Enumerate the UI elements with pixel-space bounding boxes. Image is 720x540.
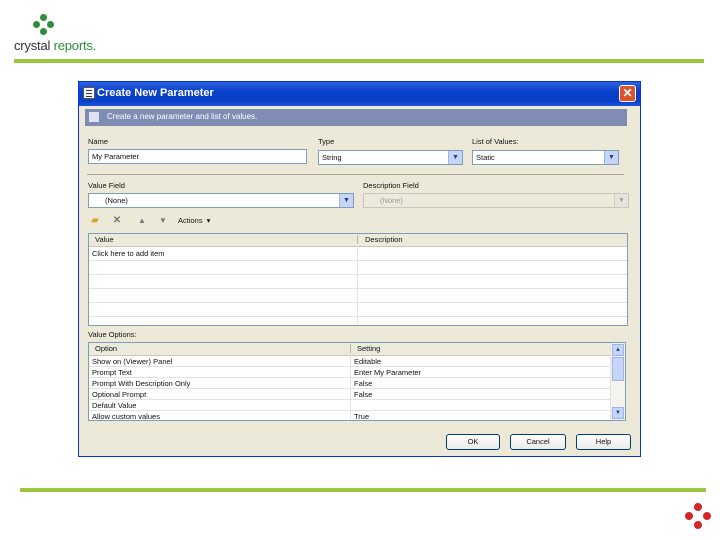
logo-brand: crystal xyxy=(14,38,51,53)
setting-cell[interactable]: Enter My Parameter xyxy=(354,368,421,377)
dialog-banner: Create a new parameter and list of value… xyxy=(85,109,627,126)
ok-button[interactable]: OK xyxy=(446,434,500,450)
table-row[interactable]: Prompt Text Enter My Parameter xyxy=(89,367,611,378)
actions-caret: ▾ xyxy=(206,216,211,225)
column-header-option[interactable]: Option xyxy=(95,344,117,353)
option-cell: Show on (Viewer) Panel xyxy=(92,357,173,366)
actions-label: Actions xyxy=(178,216,203,225)
value-field-select[interactable]: (None) ▼ xyxy=(88,193,354,208)
table-row[interactable]: Default Value xyxy=(89,400,611,411)
help-button[interactable]: Help xyxy=(576,434,631,450)
folder-add-icon[interactable]: ▰ xyxy=(89,215,101,227)
logo-product: reports xyxy=(53,38,93,53)
table-row[interactable]: Show on (Viewer) Panel Editable xyxy=(89,356,611,367)
separator xyxy=(87,174,624,175)
type-label: Type xyxy=(318,137,335,146)
chevron-down-icon: ▼ xyxy=(614,194,628,207)
option-cell: Prompt Text xyxy=(92,368,132,377)
table-row[interactable]: Optional Prompt False xyxy=(89,389,611,400)
logo-dots-icon xyxy=(24,14,64,40)
header-divider xyxy=(14,59,704,63)
corner-logo-icon xyxy=(683,503,713,531)
column-header-description[interactable]: Description xyxy=(365,235,403,244)
crystal-reports-logo: crystal reports. xyxy=(14,14,134,58)
setting-cell[interactable]: True xyxy=(354,412,369,420)
value-options-label: Value Options: xyxy=(88,330,137,339)
arrow-up-icon[interactable]: ▲ xyxy=(136,215,148,227)
list-of-values-select[interactable]: Static ▼ xyxy=(472,150,619,165)
name-label: Name xyxy=(88,137,109,146)
value-options-grid[interactable]: Option Setting Show on (Viewer) Panel Ed… xyxy=(88,342,626,421)
table-row[interactable] xyxy=(89,261,627,275)
values-grid[interactable]: Value Description Click here to add item xyxy=(88,233,628,326)
table-row[interactable]: Prompt With Description Only False xyxy=(89,378,611,389)
type-select[interactable]: String ▼ xyxy=(318,150,463,165)
parameter-icon xyxy=(83,87,95,99)
table-row[interactable]: Allow custom values True xyxy=(89,411,611,421)
setting-cell[interactable]: False xyxy=(354,390,372,399)
scroll-thumb[interactable] xyxy=(612,357,624,381)
list-of-values-select-value: Static xyxy=(476,153,495,162)
create-parameter-dialog: Create New Parameter ✕ Create a new para… xyxy=(78,81,641,457)
column-separator[interactable] xyxy=(357,235,358,244)
scroll-down-icon[interactable]: ▼ xyxy=(612,407,624,419)
close-icon: ✕ xyxy=(622,86,633,100)
option-cell: Prompt With Description Only xyxy=(92,379,191,388)
table-row[interactable]: Click here to add item xyxy=(89,247,627,261)
column-header-value[interactable]: Value xyxy=(95,235,114,244)
table-row[interactable] xyxy=(89,317,627,325)
chevron-down-icon[interactable]: ▼ xyxy=(339,194,353,207)
value-cell[interactable]: Click here to add item xyxy=(92,249,165,258)
description-field-select-value: (None) xyxy=(380,196,403,205)
arrow-down-icon[interactable]: ▼ xyxy=(157,215,169,227)
description-field-select: (None) ▼ xyxy=(363,193,629,208)
dialog-titlebar[interactable]: Create New Parameter ✕ xyxy=(79,82,640,106)
chevron-down-icon[interactable]: ▼ xyxy=(448,151,462,164)
table-row[interactable] xyxy=(89,275,627,289)
description-field-label: Description Field xyxy=(363,181,419,190)
logo-suffix: . xyxy=(92,38,97,53)
list-of-values-label: List of Values: xyxy=(472,137,519,146)
close-button[interactable]: ✕ xyxy=(619,85,636,102)
scroll-up-icon[interactable]: ▲ xyxy=(612,344,624,356)
name-field[interactable]: My Parameter xyxy=(88,149,307,164)
banner-text: Create a new parameter and list of value… xyxy=(107,112,258,121)
setting-cell[interactable]: False xyxy=(354,379,372,388)
info-icon xyxy=(89,112,99,122)
actions-menu[interactable]: Actions ▾ xyxy=(178,216,210,225)
table-row[interactable] xyxy=(89,289,627,303)
option-cell: Allow custom values xyxy=(92,412,160,421)
column-separator[interactable] xyxy=(350,344,351,353)
delete-icon[interactable]: ✕ xyxy=(111,215,123,227)
values-grid-header: Value Description xyxy=(89,234,627,247)
chevron-down-icon[interactable]: ▼ xyxy=(604,151,618,164)
value-field-select-value: (None) xyxy=(105,196,128,205)
value-field-label: Value Field xyxy=(88,181,125,190)
option-cell: Default Value xyxy=(92,401,137,410)
setting-cell[interactable]: Editable xyxy=(354,357,381,366)
dialog-title: Create New Parameter xyxy=(97,87,214,99)
vertical-scrollbar[interactable]: ▲ ▼ xyxy=(610,343,625,420)
column-header-setting[interactable]: Setting xyxy=(357,344,380,353)
footer-divider xyxy=(20,488,706,492)
logo-text: crystal reports. xyxy=(14,38,96,53)
option-cell: Optional Prompt xyxy=(92,390,147,399)
cancel-button[interactable]: Cancel xyxy=(510,434,566,450)
table-row[interactable] xyxy=(89,303,627,317)
type-select-value: String xyxy=(322,153,342,162)
